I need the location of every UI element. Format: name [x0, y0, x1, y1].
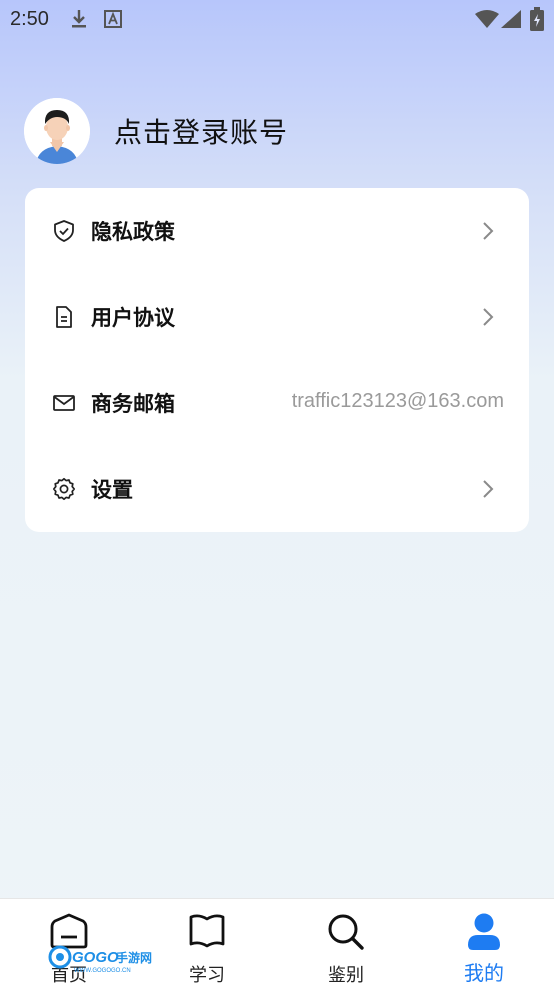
chevron-right-icon	[481, 307, 495, 327]
document-icon	[52, 305, 76, 329]
menu-item-user-agreement[interactable]: 用户协议	[25, 274, 529, 360]
status-time: 2:50	[10, 8, 49, 30]
text-notification-icon	[104, 10, 122, 32]
search-icon	[327, 913, 365, 955]
menu-card: 隐私政策 用户协议 商务邮箱 traffic123123@163.com 设置	[25, 188, 529, 532]
watermark-logo: GOGO 手游网 WWW.GOGOGO.CN	[48, 944, 160, 974]
battery-icon	[530, 7, 544, 35]
login-prompt[interactable]: 点击登录账号	[114, 111, 288, 151]
svg-text:WWW.GOGOGO.CN: WWW.GOGOGO.CN	[74, 968, 131, 974]
gear-icon	[52, 477, 76, 501]
menu-item-label: 隐私政策	[91, 220, 175, 244]
mail-icon	[52, 391, 76, 415]
avatar[interactable]	[24, 98, 90, 164]
chevron-right-icon	[481, 479, 495, 499]
nav-tab-identify[interactable]: 鉴别	[277, 899, 415, 984]
menu-item-privacy-policy[interactable]: 隐私政策	[25, 188, 529, 274]
menu-item-settings[interactable]: 设置	[25, 446, 529, 532]
nav-label: 鉴别	[328, 965, 364, 984]
business-email-value: traffic123123@163.com	[291, 390, 504, 412]
svg-text:GOGO: GOGO	[72, 949, 119, 966]
nav-label: 我的	[464, 961, 504, 984]
user-icon	[466, 913, 502, 955]
menu-item-business-email[interactable]: 商务邮箱 traffic123123@163.com	[25, 360, 529, 446]
nav-tab-mine[interactable]: 我的	[415, 899, 553, 984]
menu-item-label: 设置	[91, 478, 133, 502]
status-bar: 2:50	[0, 0, 554, 38]
download-icon	[70, 8, 88, 34]
profile-header[interactable]: 点击登录账号	[24, 98, 288, 164]
signal-icon	[501, 10, 521, 32]
book-icon	[188, 913, 226, 953]
menu-item-label: 用户协议	[91, 306, 175, 330]
chevron-right-icon	[481, 221, 495, 241]
svg-text:手游网: 手游网	[116, 950, 152, 965]
wifi-icon	[475, 10, 499, 32]
shield-check-icon	[52, 219, 76, 243]
menu-item-label: 商务邮箱	[91, 392, 175, 416]
